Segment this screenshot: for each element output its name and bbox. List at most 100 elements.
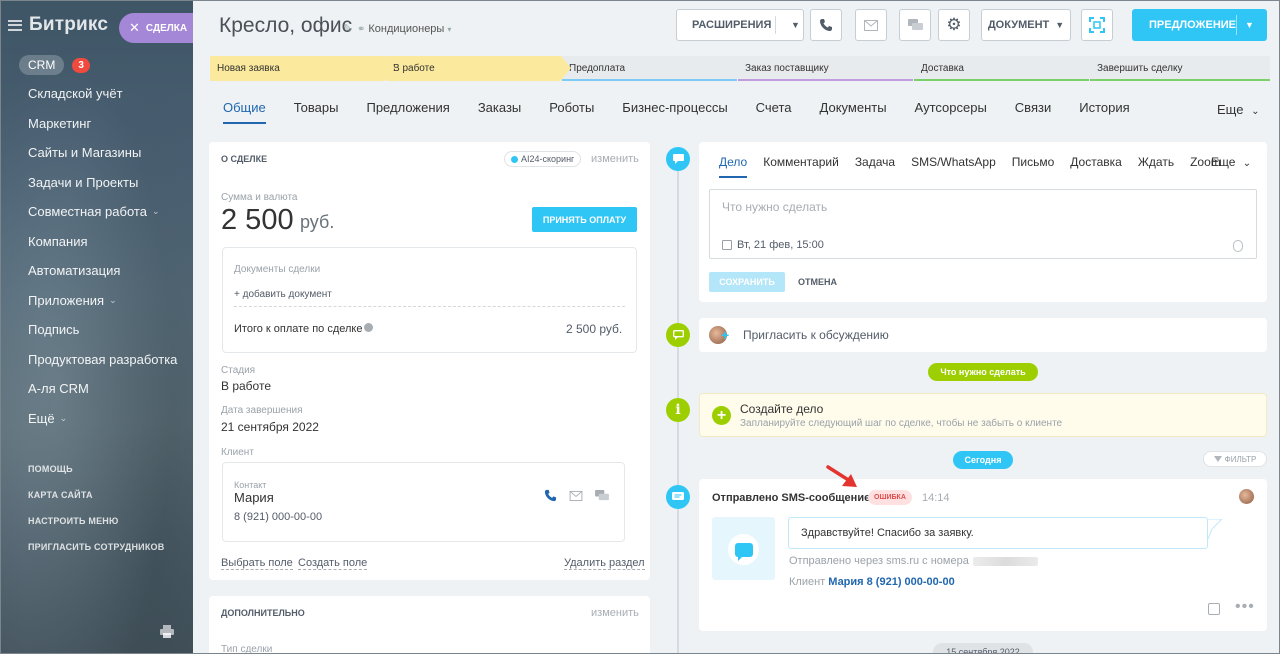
tab[interactable]: Товары (294, 100, 339, 125)
extensions-button[interactable]: РАСШИРЕНИЯ ▼ (676, 9, 804, 41)
sidebar-item-crm[interactable]: CRM 3 (0, 51, 193, 79)
sidebar-item[interactable]: Ещё ⌄ (0, 404, 193, 434)
sidebar-item[interactable]: А-ля CRM (0, 374, 193, 404)
activity-input[interactable]: Что нужно сделать Вт, 21 фев, 15:00 (709, 189, 1257, 259)
create-task-card[interactable]: + Создайте дело Запланируйте следующий ш… (699, 393, 1267, 437)
tab[interactable]: Заказы (478, 100, 521, 125)
activity-tab[interactable]: Ждать (1138, 155, 1174, 169)
sidebar-item[interactable]: Подпись (0, 315, 193, 345)
accept-payment-button[interactable]: ПРИНЯТЬ ОПЛАТУ (532, 207, 637, 232)
tab[interactable]: Предложения (366, 100, 449, 125)
pencil-icon[interactable]: ✎ (343, 22, 352, 35)
sidebar-item[interactable]: Сайты и Магазины (0, 138, 193, 168)
stage-label: Доставка (921, 63, 964, 74)
menu-icon[interactable] (8, 19, 22, 31)
tabs-more-button[interactable]: Еще ⌄ (1217, 102, 1259, 117)
tab[interactable]: Аутсорсеры (915, 100, 987, 125)
paperclip-icon[interactable] (1233, 240, 1243, 252)
stage-value: В работе (221, 379, 272, 393)
sidebar-footer-link[interactable]: ПРИГЛАСИТЬ СОТРУДНИКОВ (0, 534, 193, 560)
save-button[interactable]: СОХРАНИТЬ (709, 272, 785, 292)
sidebar-footer-link[interactable]: НАСТРОИТЬ МЕНЮ (0, 508, 193, 534)
calendar-icon (722, 240, 732, 250)
ai-scoring-button[interactable]: AI24-скоринг (504, 151, 582, 167)
deadline-value: Вт, 21 фев, 15:00 (737, 239, 824, 251)
sidebar-item[interactable]: Компания (0, 227, 193, 257)
stage-step[interactable]: Доставка (914, 56, 1099, 81)
select-field-link[interactable]: Выбрать поле (221, 557, 293, 570)
invite-discussion-card[interactable]: + Пригласить к обсуждению (699, 318, 1267, 352)
sms-client: Клиент Мария 8 (921) 000-00-00 (789, 576, 955, 588)
activity-tab[interactable]: Задача (855, 155, 895, 169)
email-button[interactable] (855, 9, 887, 41)
printer-icon[interactable] (160, 625, 174, 638)
sidebar-item-label: Подпись (28, 322, 80, 338)
deal-category-select[interactable]: ⚭ Кондиционеры ▾ (357, 23, 451, 35)
tab[interactable]: История (1079, 100, 1129, 125)
filter-button[interactable]: ФИЛЬТР (1203, 451, 1267, 467)
activity-tab[interactable]: Комментарий (763, 155, 839, 169)
sidebar-item[interactable]: Приложения ⌄ (0, 286, 193, 316)
sidebar-item[interactable]: Задачи и Проекты (0, 168, 193, 198)
stage-underline (562, 79, 737, 81)
document-button[interactable]: ДОКУМЕНТ ▼ (981, 9, 1071, 41)
sidebar-item[interactable]: Автоматизация (0, 256, 193, 286)
sms-client-link[interactable]: Мария 8 (921) 000-00-00 (828, 576, 954, 588)
note-icon[interactable] (1208, 603, 1220, 615)
activity-tab[interactable]: SMS/WhatsApp (911, 155, 996, 169)
stage-step[interactable]: Заказ поставщику (738, 56, 923, 81)
plus-icon[interactable]: + (712, 406, 731, 425)
stage-step[interactable]: Новая заявка (210, 56, 395, 81)
delete-section-link[interactable]: Удалить раздел (564, 557, 645, 570)
contact-name[interactable]: Мария (234, 490, 274, 505)
avatar[interactable] (1239, 489, 1254, 504)
create-deal-button[interactable]: ✕ СДЕЛКА (119, 13, 193, 43)
tab[interactable]: Общие (223, 100, 266, 125)
logo[interactable]: Битрикс (29, 14, 108, 36)
todo-section-pill: Что нужно сделать (928, 363, 1038, 381)
tab[interactable]: Связи (1015, 100, 1051, 125)
chevron-down-icon[interactable]: ▼ (791, 20, 800, 30)
sidebar-item[interactable]: Продуктовая разработка (0, 345, 193, 375)
envelope-icon[interactable] (569, 491, 583, 501)
sidebar-item[interactable]: Складской учёт (0, 79, 193, 109)
stage-step[interactable]: В работе (386, 56, 571, 81)
scan-button[interactable] (1081, 9, 1113, 41)
cancel-button[interactable]: ОТМЕНА (798, 277, 837, 287)
tab[interactable]: Бизнес-процессы (622, 100, 727, 125)
sidebar-item[interactable]: Совместная работа ⌄ (0, 197, 193, 227)
create-field-link[interactable]: Создать поле (298, 557, 368, 570)
tab[interactable]: Документы (820, 100, 887, 125)
tab[interactable]: Счета (756, 100, 792, 125)
offer-button[interactable]: ПРЕДЛОЖЕНИЕ ▼ (1132, 9, 1267, 41)
add-document-link[interactable]: + добавить документ (234, 289, 332, 300)
chevron-down-icon[interactable]: ▼ (1245, 20, 1254, 30)
ai-icon (511, 155, 518, 163)
tab[interactable]: Роботы (549, 100, 594, 125)
phone-icon[interactable] (544, 489, 557, 502)
activity-tab[interactable]: Дело (719, 155, 748, 178)
change-link[interactable]: изменить (591, 153, 639, 165)
sidebar-footer-link[interactable]: ПОМОЩЬ (0, 456, 193, 482)
contact-phone[interactable]: 8 (921) 000-00-00 (234, 511, 322, 523)
settings-button[interactable]: ⚙ (938, 9, 970, 41)
chat-button[interactable] (899, 9, 931, 41)
sidebar-footer-link[interactable]: КАРТА САЙТА (0, 482, 193, 508)
change-link[interactable]: изменить (591, 607, 639, 619)
chat-icon[interactable] (595, 490, 609, 502)
activity-more-button[interactable]: Еще ⌄ (1211, 155, 1251, 169)
help-icon[interactable] (364, 323, 374, 332)
stage-step[interactable]: Завершить сделку (1090, 56, 1270, 81)
activity-deadline[interactable]: Вт, 21 фев, 15:00 (722, 239, 824, 251)
activity-tab[interactable]: Письмо (1012, 155, 1055, 169)
sidebar-item[interactable]: Маркетинг (0, 109, 193, 139)
stage-step[interactable]: Предоплата (562, 56, 747, 81)
more-icon[interactable]: ••• (1235, 598, 1255, 616)
sms-illustration (712, 517, 775, 580)
sms-bubble-icon (728, 534, 759, 565)
call-button[interactable] (810, 9, 842, 41)
tabs-more-label: Еще (1217, 102, 1244, 117)
sidebar-item-label: Задачи и Проекты (28, 174, 139, 190)
timeline-sms-icon (666, 485, 690, 509)
activity-tab[interactable]: Доставка (1070, 155, 1122, 169)
